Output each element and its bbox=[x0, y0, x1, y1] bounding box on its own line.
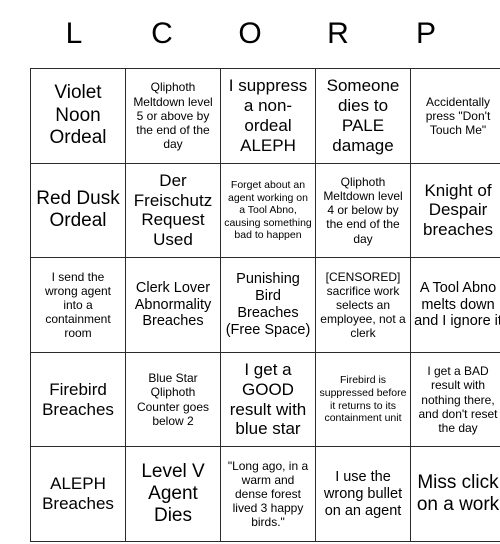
bingo-cell-text: ALEPH Breaches bbox=[42, 474, 114, 514]
bingo-cell[interactable]: Level V Agent Dies bbox=[125, 446, 221, 542]
bingo-header-letter-p: P bbox=[415, 17, 436, 50]
bingo-cell[interactable]: Violet Noon Ordeal bbox=[30, 68, 126, 164]
bingo-cell[interactable]: Forget about an agent working on a Tool … bbox=[220, 162, 316, 259]
bingo-header-letter-c: C bbox=[151, 17, 173, 50]
bingo-cell-text: I get a BAD result with nothing there, a… bbox=[418, 364, 498, 435]
bingo-cell-text: Blue Star Qliphoth Counter goes below 2 bbox=[136, 371, 210, 428]
bingo-cell-text: I use the wrong bullet on an agent bbox=[323, 468, 403, 519]
bingo-card: L C O R P Violet Noon Ordeal Qliphoth Me… bbox=[0, 0, 500, 544]
bingo-cell[interactable]: I use the wrong bullet on an agent bbox=[315, 446, 411, 542]
bingo-cell[interactable]: Knight of Despair breaches bbox=[410, 162, 500, 259]
bingo-cell-text: Qliphoth Meltdown level 5 or above by th… bbox=[133, 80, 213, 152]
bingo-cell[interactable]: ALEPH Breaches bbox=[30, 446, 126, 542]
bingo-cell-text: Forget about an agent working on a Tool … bbox=[224, 178, 312, 242]
bingo-cell-text: Violet Noon Ordeal bbox=[49, 82, 107, 148]
bingo-cell-text: [CENSORED] sacrifice work selects an emp… bbox=[320, 269, 406, 341]
bingo-cell[interactable]: Someone dies to PALE damage bbox=[315, 68, 411, 164]
bingo-cell[interactable]: Miss click on a work bbox=[410, 446, 500, 542]
bingo-row: Red Dusk Ordeal Der Freischutz Request U… bbox=[30, 162, 500, 259]
bingo-grid: Violet Noon Ordeal Qliphoth Meltdown lev… bbox=[30, 68, 500, 542]
bingo-cell[interactable]: Qliphoth Meltdown level 4 or below by th… bbox=[315, 162, 411, 259]
bingo-header-letter-o: O bbox=[238, 17, 262, 50]
bingo-cell[interactable]: I send the wrong agent into a containmen… bbox=[30, 257, 126, 353]
bingo-cell[interactable]: Red Dusk Ordeal bbox=[30, 162, 126, 259]
bingo-row: Violet Noon Ordeal Qliphoth Meltdown lev… bbox=[30, 68, 500, 164]
bingo-cell-text: Clerk Lover Abnormality Breaches bbox=[134, 279, 212, 330]
bingo-cell-text: Firebird Breaches bbox=[42, 379, 114, 419]
bingo-cell[interactable]: Accidentally press "Don't Touch Me" bbox=[410, 68, 500, 164]
bingo-cell-text: I suppress a non-ordeal ALEPH bbox=[228, 76, 308, 155]
bingo-cell-text: Firebird is suppressed before it returns… bbox=[319, 374, 407, 425]
bingo-cell[interactable]: Der Freischutz Request Used bbox=[125, 162, 221, 259]
bingo-cell[interactable]: Firebird is suppressed before it returns… bbox=[315, 351, 411, 448]
bingo-cell-text: Punishing Bird Breaches (Free Space) bbox=[225, 271, 311, 338]
bingo-cell-text: Knight of Despair breaches bbox=[423, 180, 493, 240]
bingo-header-letter-r: R bbox=[327, 17, 349, 50]
bingo-row: Firebird Breaches Blue Star Qliphoth Cou… bbox=[30, 351, 500, 448]
bingo-cell[interactable]: I get a GOOD result with blue star bbox=[220, 351, 316, 448]
bingo-cell[interactable]: Firebird Breaches bbox=[30, 351, 126, 448]
bingo-cell[interactable]: Blue Star Qliphoth Counter goes below 2 bbox=[125, 351, 221, 448]
bingo-cell[interactable]: Clerk Lover Abnormality Breaches bbox=[125, 257, 221, 353]
bingo-cell-text: Red Dusk Ordeal bbox=[36, 188, 120, 232]
bingo-cell[interactable]: A Tool Abno melts down and I ignore it bbox=[410, 257, 500, 353]
bingo-header-letter-l: L bbox=[65, 17, 83, 50]
bingo-cell[interactable]: [CENSORED] sacrifice work selects an emp… bbox=[315, 257, 411, 353]
bingo-row: I send the wrong agent into a containmen… bbox=[30, 257, 500, 353]
bingo-cell-text: I send the wrong agent into a containmen… bbox=[44, 269, 112, 341]
bingo-row: ALEPH Breaches Level V Agent Dies "Long … bbox=[30, 446, 500, 542]
bingo-cell[interactable]: "Long ago, in a warm and dense forest li… bbox=[220, 446, 316, 542]
bingo-cell[interactable]: Qliphoth Meltdown level 5 or above by th… bbox=[125, 68, 221, 164]
bingo-cell-text: Level V Agent Dies bbox=[141, 460, 205, 527]
bingo-cell-text: Miss click on a work bbox=[416, 471, 500, 516]
bingo-header: L C O R P bbox=[30, 0, 470, 68]
bingo-cell-text: I get a GOOD result with blue star bbox=[229, 359, 307, 439]
bingo-cell-text: A Tool Abno melts down and I ignore it bbox=[414, 279, 500, 330]
bingo-cell-text: Accidentally press "Don't Touch Me" bbox=[425, 94, 491, 137]
bingo-cell-text: Someone dies to PALE damage bbox=[326, 76, 400, 155]
bingo-cell-text: Der Freischutz Request Used bbox=[133, 170, 213, 250]
bingo-cell[interactable]: I suppress a non-ordeal ALEPH bbox=[220, 68, 316, 164]
bingo-cell-text: Qliphoth Meltdown level 4 or below by th… bbox=[323, 175, 403, 246]
bingo-cell-text: "Long ago, in a warm and dense forest li… bbox=[227, 458, 309, 530]
bingo-cell-free-space[interactable]: Punishing Bird Breaches (Free Space) bbox=[220, 257, 316, 353]
bingo-cell[interactable]: I get a BAD result with nothing there, a… bbox=[410, 351, 500, 448]
